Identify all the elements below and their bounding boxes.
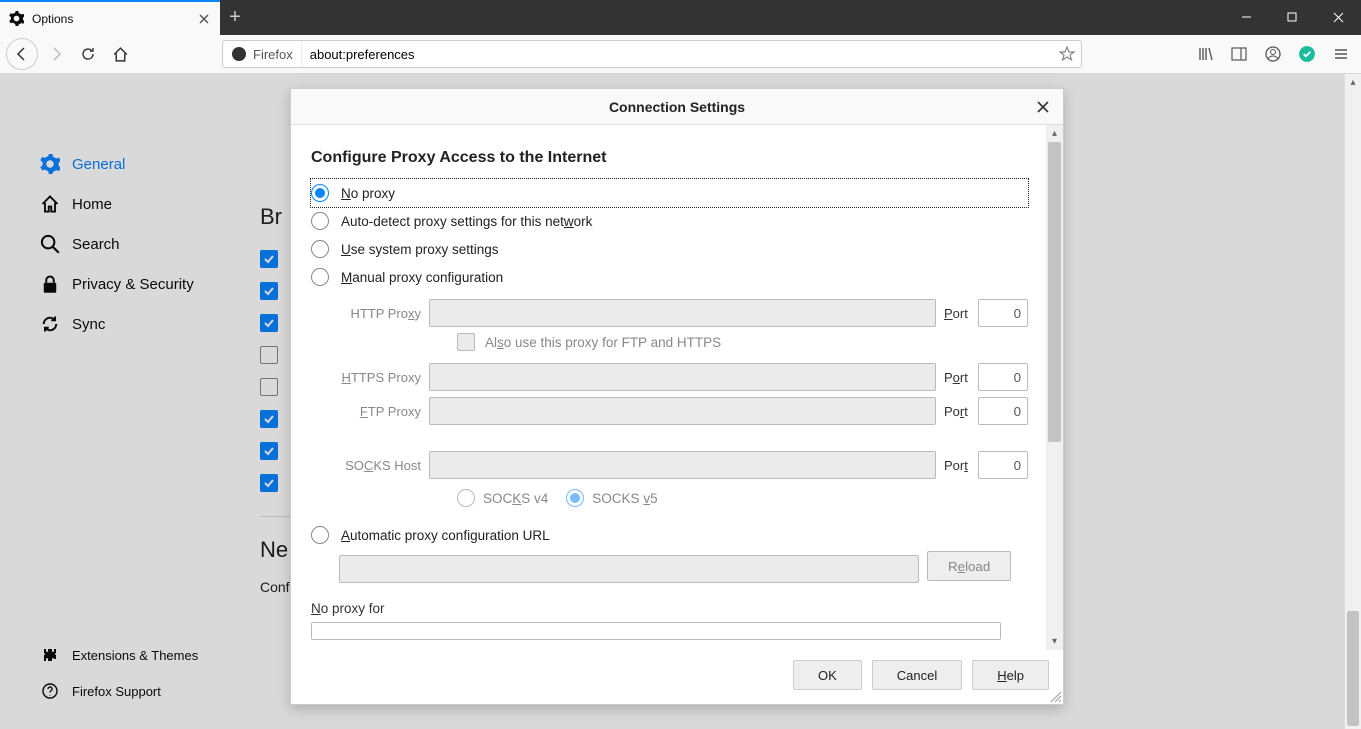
account-icon[interactable] — [1259, 40, 1287, 68]
menu-icon[interactable] — [1327, 40, 1355, 68]
radio-socks-v5[interactable]: SOCKS v5 — [566, 489, 657, 507]
scroll-down-icon[interactable]: ▾ — [1046, 633, 1063, 650]
radio-auto-config-url[interactable]: Automatic proxy configuration URL — [311, 521, 1028, 549]
radio-icon — [566, 489, 584, 507]
http-proxy-input[interactable] — [429, 299, 936, 327]
resize-handle-icon[interactable] — [1049, 690, 1061, 702]
radio-label: Auto-detect proxy settings for this netw… — [341, 214, 592, 229]
url-bar[interactable]: Firefox — [222, 40, 1082, 68]
radio-icon — [457, 489, 475, 507]
gear-icon — [8, 11, 24, 27]
radio-system-proxy[interactable]: Use system proxy settings — [311, 235, 1028, 263]
dialog-body: Configure Proxy Access to the Internet N… — [291, 125, 1046, 650]
radio-label: Automatic proxy configuration URL — [341, 528, 550, 543]
pac-url-input[interactable] — [339, 555, 919, 583]
home-button[interactable] — [106, 40, 134, 68]
radio-label: SOCKS v4 — [483, 491, 548, 506]
radio-socks-v4[interactable]: SOCKS v4 — [457, 489, 548, 507]
dialog-title: Connection Settings — [609, 99, 745, 115]
close-icon[interactable] — [196, 11, 212, 27]
tab-title: Options — [32, 12, 188, 26]
no-proxy-for-input[interactable] — [311, 622, 1001, 640]
socks-host-input[interactable] — [429, 451, 936, 479]
radio-icon — [311, 212, 329, 230]
minimize-button[interactable] — [1223, 0, 1269, 35]
radio-icon — [311, 268, 329, 286]
forward-button[interactable] — [42, 40, 70, 68]
radio-icon — [311, 526, 329, 544]
close-window-button[interactable] — [1315, 0, 1361, 35]
page-scrollbar[interactable]: ▴ ▾ — [1344, 74, 1361, 729]
dialog-heading: Configure Proxy Access to the Internet — [311, 149, 1028, 167]
back-button[interactable] — [6, 38, 38, 70]
dialog-footer: OK Cancel Help — [291, 650, 1063, 704]
radio-icon — [311, 240, 329, 258]
url-input[interactable] — [302, 47, 1053, 62]
close-icon[interactable] — [1033, 97, 1053, 117]
library-icon[interactable] — [1191, 40, 1219, 68]
new-tab-button[interactable]: + — [220, 0, 250, 35]
radio-no-proxy[interactable]: No proxy — [311, 179, 1028, 207]
content-area: General Home Search Privacy & Security S… — [0, 74, 1361, 729]
sidebar-icon[interactable] — [1225, 40, 1253, 68]
connection-settings-dialog: Connection Settings Configure Proxy Acce… — [290, 88, 1064, 705]
socks-port-input[interactable] — [978, 451, 1028, 479]
radio-manual-proxy[interactable]: Manual proxy configuration — [311, 263, 1028, 291]
ftp-port-input[interactable] — [978, 397, 1028, 425]
browser-tab[interactable]: Options — [0, 0, 220, 35]
bookmark-star-icon[interactable] — [1053, 46, 1081, 62]
ok-button[interactable]: OK — [793, 660, 862, 690]
manual-proxy-fields: HTTP Proxy Port Also use this proxy for … — [339, 299, 1028, 507]
scrollbar-thumb[interactable] — [1347, 611, 1359, 726]
radio-label: Manual proxy configuration — [341, 270, 503, 285]
identity-box[interactable]: Firefox — [223, 41, 302, 67]
dialog-scrollbar[interactable]: ▴ ▾ — [1046, 125, 1063, 650]
cancel-button[interactable]: Cancel — [872, 660, 962, 690]
http-proxy-label: HTTP Proxy — [339, 306, 421, 321]
ftp-proxy-input[interactable] — [429, 397, 936, 425]
radio-label: No proxy — [341, 186, 395, 201]
identity-label: Firefox — [253, 47, 293, 62]
window-controls — [1223, 0, 1361, 35]
nav-toolbar: Firefox — [0, 35, 1361, 74]
radio-label: Use system proxy settings — [341, 242, 499, 257]
also-use-label: Also use this proxy for FTP and HTTPS — [485, 335, 721, 350]
reload-button[interactable]: Reload — [927, 551, 1011, 581]
firefox-icon — [231, 46, 247, 62]
maximize-button[interactable] — [1269, 0, 1315, 35]
https-proxy-label: HTTPS Proxy — [339, 370, 421, 385]
scroll-up-icon[interactable]: ▴ — [1046, 125, 1063, 142]
dialog-header: Connection Settings — [291, 89, 1063, 125]
scrollbar-thumb[interactable] — [1048, 142, 1061, 442]
port-label: Port — [944, 404, 970, 419]
https-port-input[interactable] — [978, 363, 1028, 391]
https-proxy-input[interactable] — [429, 363, 936, 391]
scroll-up-icon[interactable]: ▴ — [1345, 74, 1361, 91]
also-use-checkbox[interactable] — [457, 333, 475, 351]
http-port-input[interactable] — [978, 299, 1028, 327]
extension-icon[interactable] — [1293, 40, 1321, 68]
reload-button[interactable] — [74, 40, 102, 68]
radio-icon — [311, 184, 329, 202]
radio-auto-detect[interactable]: Auto-detect proxy settings for this netw… — [311, 207, 1028, 235]
radio-label: SOCKS v5 — [592, 491, 657, 506]
ftp-proxy-label: FTP Proxy — [339, 404, 421, 419]
titlebar: Options + — [0, 0, 1361, 35]
port-label: Port — [944, 306, 970, 321]
socks-host-label: SOCKS Host — [339, 458, 421, 473]
no-proxy-for-label: No proxy for — [311, 601, 1028, 616]
help-button[interactable]: Help — [972, 660, 1049, 690]
port-label: Port — [944, 370, 970, 385]
port-label: Port — [944, 458, 970, 473]
